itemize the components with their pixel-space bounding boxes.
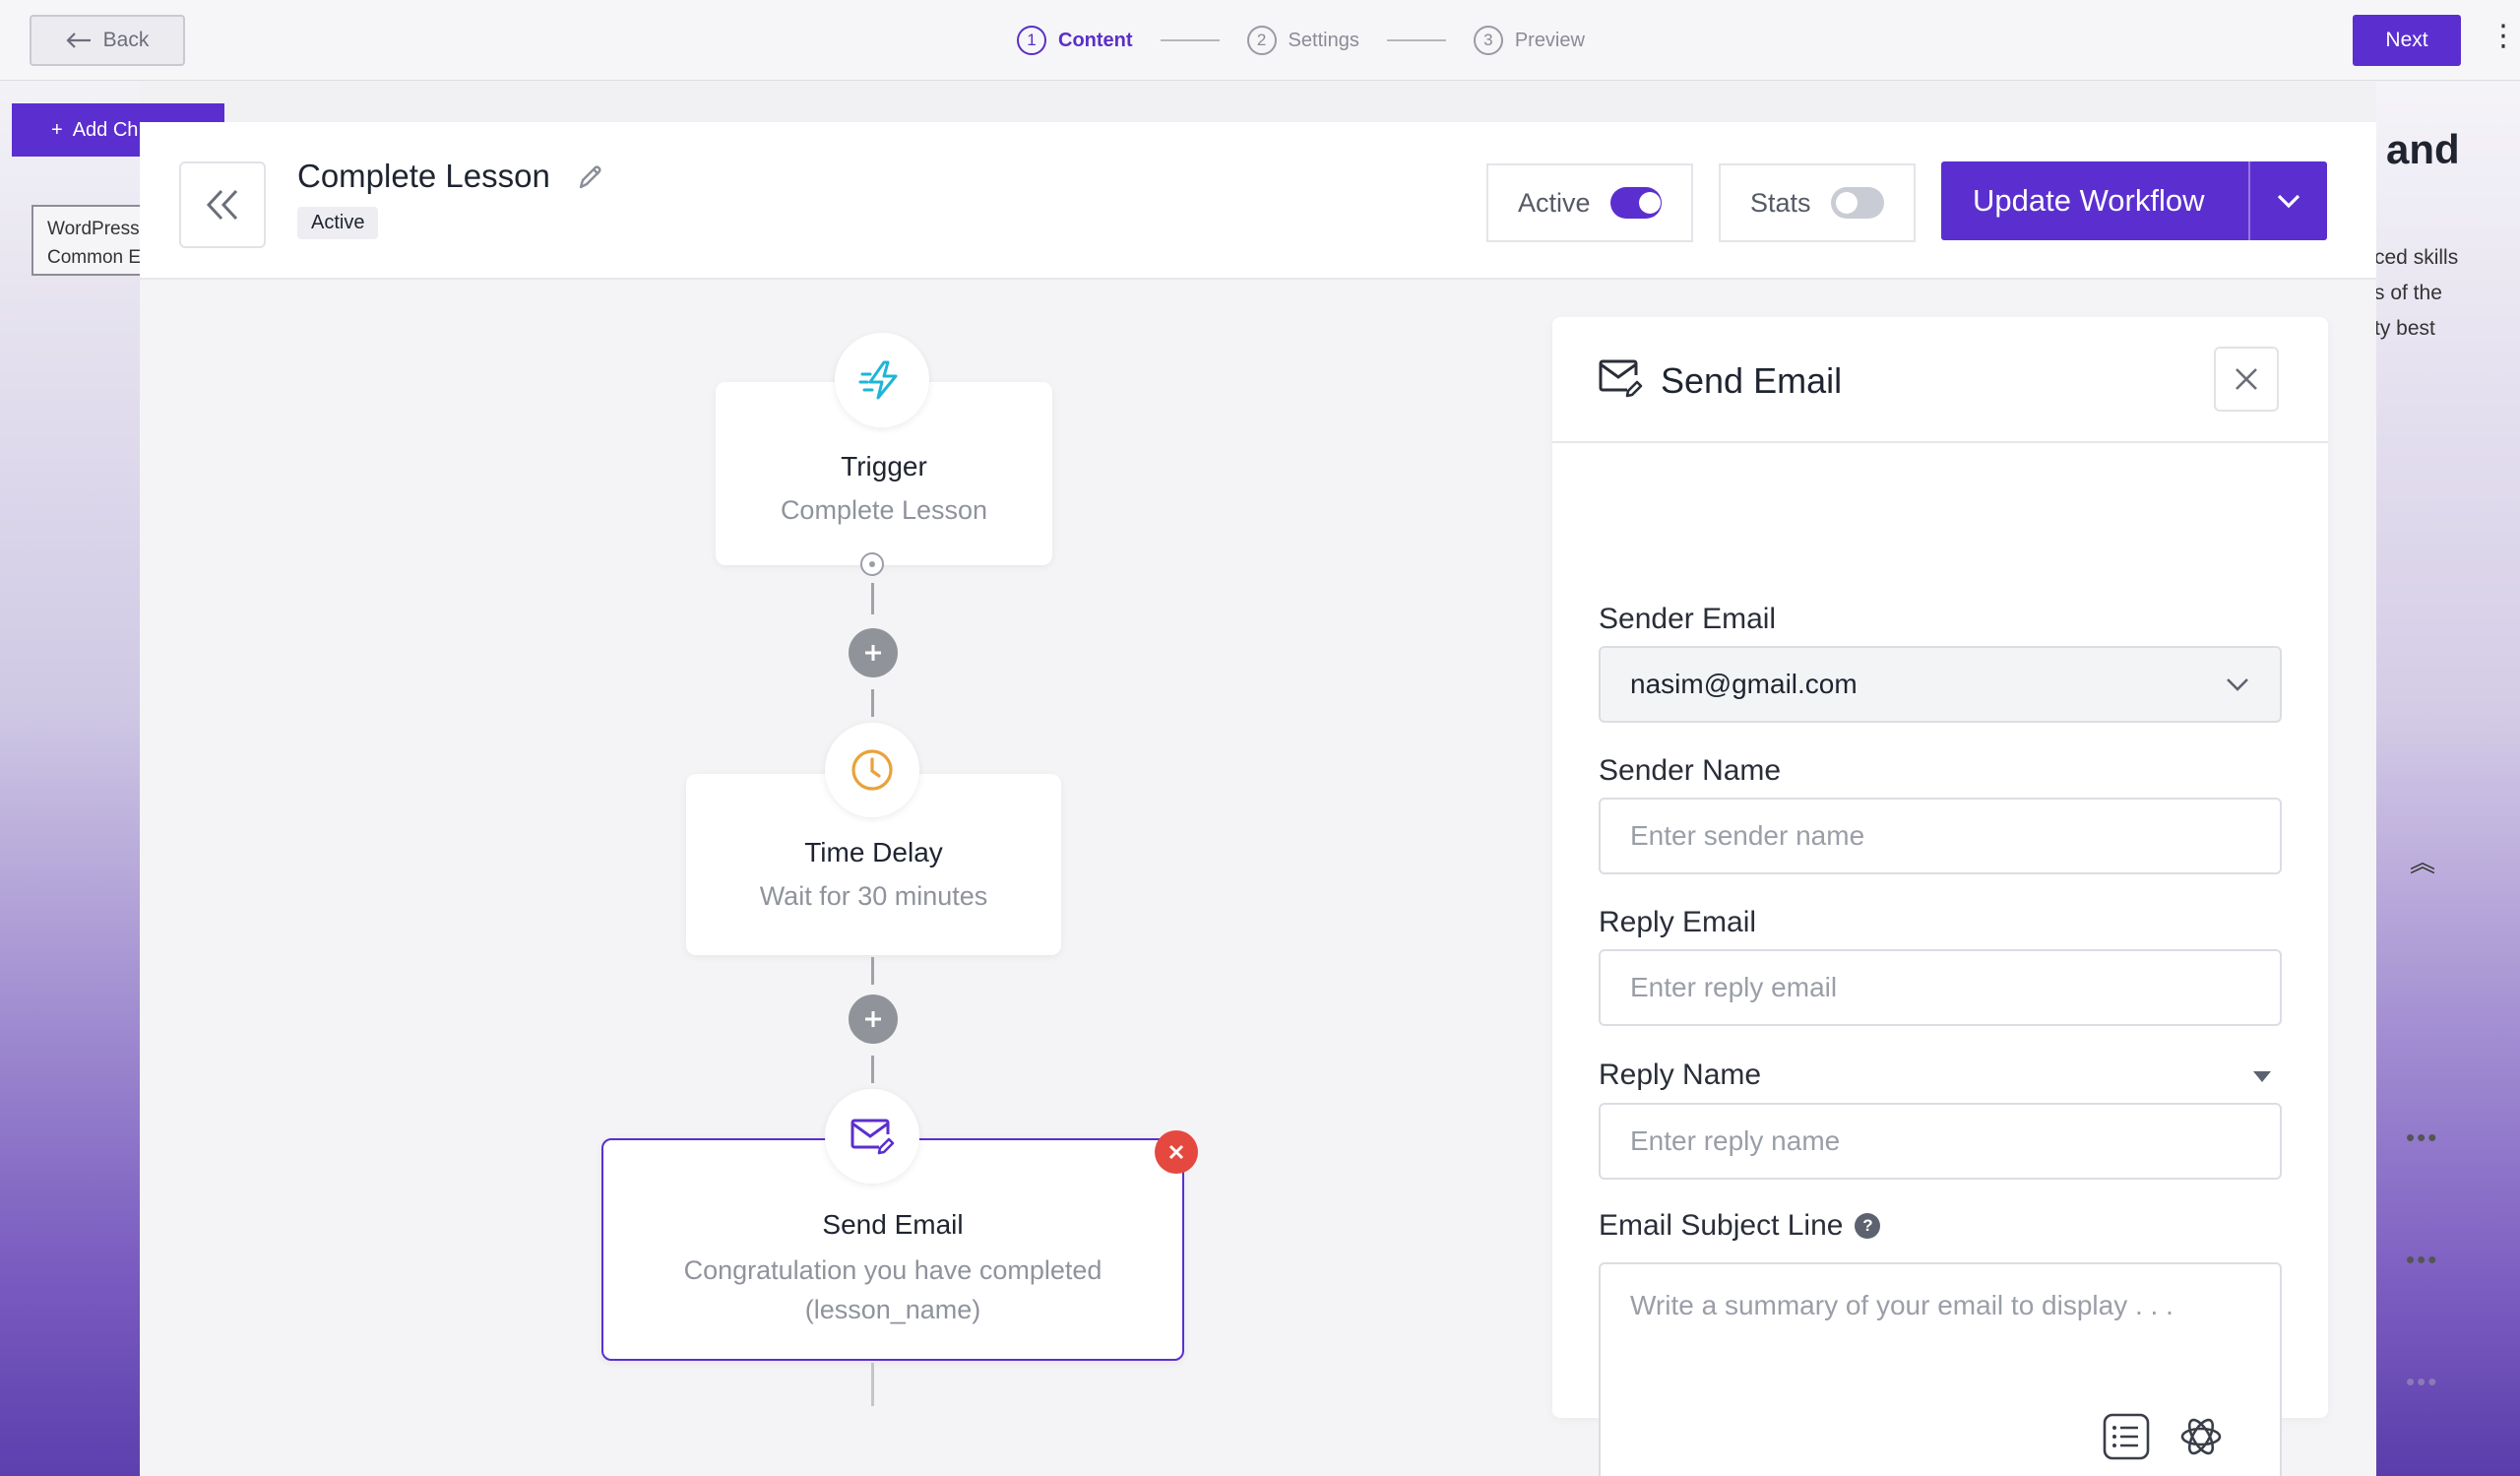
subject-label: Email Subject Line <box>1599 1209 1844 1242</box>
add-step-button[interactable] <box>849 995 898 1044</box>
sender-email-label: Sender Email <box>1599 603 1777 635</box>
panel-title: Send Email <box>1661 360 1843 401</box>
email-edit-icon <box>825 1089 919 1184</box>
node-title: Time Delay <box>804 837 943 867</box>
text-line: ty best <box>2374 317 2435 340</box>
panel-header: Send Email <box>1552 317 2328 443</box>
stats-toggle-box[interactable]: Stats <box>1719 163 1916 242</box>
step-label: Content <box>1058 29 1133 51</box>
add-step-button[interactable] <box>849 628 898 677</box>
plus-icon: + <box>51 118 63 141</box>
reply-email-label: Reply Email <box>1599 906 1757 938</box>
subject-tools <box>2102 1412 2226 1466</box>
status-badge: Active <box>297 207 379 239</box>
double-chevron-left-icon <box>206 189 238 221</box>
node-subtitle-line: Congratulation you have completed <box>683 1255 1102 1285</box>
collapse-button[interactable] <box>179 161 266 248</box>
back-button[interactable]: Back <box>30 15 185 66</box>
sender-name-placeholder: Enter sender name <box>1630 820 1865 851</box>
chevron-down-icon <box>2277 194 2300 209</box>
reply-email-input[interactable]: Enter reply email <box>1599 949 2282 1026</box>
step-number: 2 <box>1246 26 1277 55</box>
connector-line <box>871 689 874 717</box>
connector-line <box>871 1363 874 1406</box>
step-number: 3 <box>1473 26 1503 55</box>
sender-name-input[interactable]: Enter sender name <box>1599 798 2282 874</box>
sender-name-label: Sender Name <box>1599 754 1782 787</box>
subject-label-row: Email Subject Line ? <box>1599 1209 1881 1243</box>
connector-line <box>871 1056 874 1083</box>
text-line: s of the <box>2374 282 2442 304</box>
update-workflow-button[interactable]: Update Workflow <box>1941 161 2327 240</box>
lightning-icon <box>835 333 929 427</box>
stats-toggle[interactable] <box>1830 187 1884 219</box>
clock-icon <box>825 723 919 817</box>
node-subtitle: Complete Lesson <box>780 495 988 525</box>
caret-down-icon[interactable] <box>2253 1071 2271 1082</box>
workflow-modal: Complete Lesson Active Active Stats Upda… <box>140 122 2376 1476</box>
background-left-panel <box>0 82 140 1476</box>
active-toggle-label: Active <box>1518 187 1591 218</box>
reply-name-input[interactable]: Enter reply name <box>1599 1103 2282 1180</box>
connector-line <box>871 583 874 614</box>
close-icon <box>1168 1144 1184 1160</box>
stepper: 1 Content 2 Settings 3 Preview <box>1017 0 1585 81</box>
active-toggle-box[interactable]: Active <box>1486 163 1693 242</box>
chevron-down-icon <box>2227 678 2248 691</box>
modal-header: Complete Lesson Active Active Stats Upda… <box>140 122 2376 280</box>
step-number: 1 <box>1017 26 1046 55</box>
close-panel-button[interactable] <box>2214 347 2279 412</box>
node-subtitle-line: (lesson_name) <box>804 1295 981 1324</box>
node-title: Trigger <box>841 451 927 481</box>
step-content[interactable]: 1 Content <box>1017 26 1133 55</box>
node-title: Send Email <box>822 1209 964 1240</box>
workflow-title: Complete Lesson <box>297 158 550 194</box>
active-toggle[interactable] <box>1609 187 1662 219</box>
step-label: Settings <box>1288 29 1359 51</box>
list-icon[interactable] <box>2102 1412 2151 1466</box>
next-button[interactable]: Next <box>2353 15 2461 66</box>
text-line: ced skills <box>2374 246 2459 269</box>
pencil-icon[interactable] <box>575 161 606 198</box>
arrow-left-icon <box>66 32 91 48</box>
step-settings[interactable]: 2 Settings <box>1246 26 1359 55</box>
step-divider <box>1160 39 1220 41</box>
step-label: Preview <box>1514 29 1585 51</box>
card-line: WordPress <box>47 219 140 239</box>
background-text: ced skills s of the ty best <box>2374 240 2520 347</box>
more-options-icon[interactable]: ⋮ <box>2488 22 2518 51</box>
reply-name-label: Reply Name <box>1599 1059 1762 1091</box>
top-bar: Back 1 Content 2 Settings 3 Preview Next… <box>0 0 2520 81</box>
step-divider <box>1386 39 1446 41</box>
subject-placeholder: Write a summary of your email to display… <box>1630 1290 2174 1320</box>
connector-line <box>871 957 874 985</box>
back-label: Back <box>102 29 150 51</box>
reply-email-placeholder: Enter reply email <box>1630 972 1838 1002</box>
node-subtitle: Wait for 30 minutes <box>759 881 988 911</box>
reply-name-placeholder: Enter reply name <box>1630 1125 1841 1156</box>
connector-port[interactable] <box>860 552 884 576</box>
stats-toggle-label: Stats <box>1750 187 1811 218</box>
sender-email-value: nasim@gmail.com <box>1630 669 1858 699</box>
email-edit-icon <box>1598 356 1643 403</box>
plus-icon <box>865 1011 881 1027</box>
update-workflow-label: Update Workflow <box>1973 183 2205 218</box>
remove-step-button[interactable] <box>1155 1130 1198 1174</box>
sender-email-select[interactable]: nasim@gmail.com <box>1599 646 2282 723</box>
close-icon <box>2236 368 2257 390</box>
more-icon[interactable]: ••• <box>2406 1123 2438 1153</box>
ai-assistant-icon[interactable] <box>2176 1412 2226 1466</box>
help-icon[interactable]: ? <box>1855 1213 1881 1239</box>
update-options-button[interactable] <box>2248 161 2327 240</box>
card-line: Common E <box>47 247 142 268</box>
send-email-panel: Send Email Sender Email nasim@gmail.com … <box>1552 317 2328 1476</box>
more-icon[interactable]: ••• <box>2406 1367 2438 1397</box>
add-chapter-label: Add Ch <box>72 118 139 141</box>
more-icon[interactable]: ••• <box>2406 1245 2438 1275</box>
plus-icon <box>865 645 881 661</box>
background-heading: and <box>2386 126 2460 172</box>
chevron-up-icon[interactable]: ︽ <box>2410 843 2435 879</box>
node-subtitle: Congratulation you have completed (lesso… <box>603 1251 1182 1329</box>
step-preview[interactable]: 3 Preview <box>1473 26 1585 55</box>
